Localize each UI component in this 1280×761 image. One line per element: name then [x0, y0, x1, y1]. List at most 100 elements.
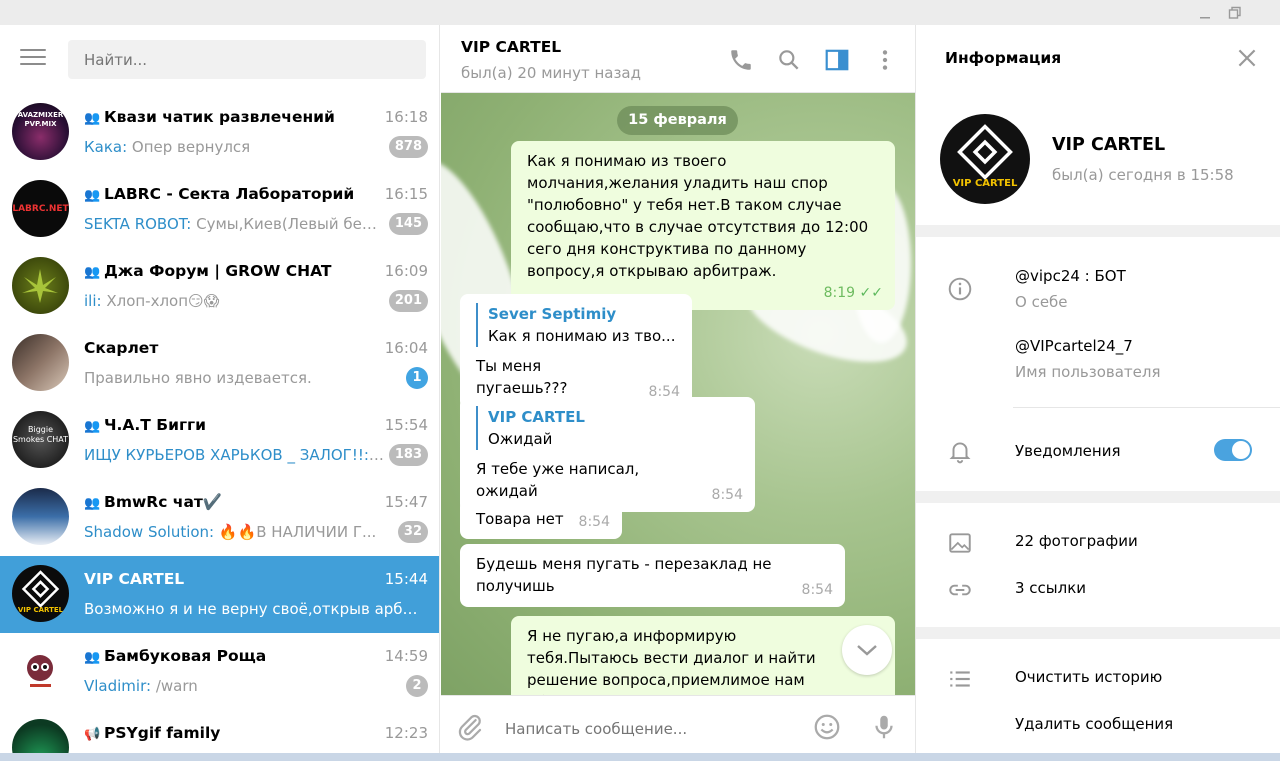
date-separator: 15 февраля — [617, 106, 738, 135]
chevron-down-icon — [857, 645, 877, 656]
group-icon: 👥 — [84, 188, 101, 203]
avatar-text: VIP CARTEL — [17, 606, 64, 614]
message-time: 8:54 — [578, 514, 610, 530]
chat-time: 16:18 — [384, 108, 428, 126]
avatar: Biggie Smokes CHAT — [12, 411, 69, 468]
reply-quote[interactable]: VIP CARTEL Ожидай — [476, 406, 739, 450]
row-divider — [1013, 407, 1280, 408]
section-divider — [916, 225, 1280, 237]
emoji-icon[interactable] — [812, 712, 842, 742]
info-icon — [947, 276, 973, 302]
close-icon[interactable] — [1234, 45, 1260, 71]
message-area[interactable]: 15 февраля Как я понимаю из твоего молча… — [441, 93, 915, 695]
message-incoming[interactable]: VIP CARTEL Ожидай Я тебе уже написал, ож… — [460, 397, 755, 512]
chat-list-panel: AVAZMIXER PVP.MIX 👥Квази чатик развлечен… — [0, 25, 440, 761]
unread-badge: 32 — [397, 521, 428, 543]
hamburger-menu-icon[interactable] — [20, 49, 46, 69]
message-outgoing[interactable]: Я не пугаю,а информирую тебя.Пытаюсь вес… — [511, 616, 895, 695]
link-icon — [947, 577, 973, 603]
chat-time: 15:47 — [384, 493, 428, 511]
chat-item-dzha-forum[interactable]: 👥 Джа Форум | GROW CHAT 16:09 ili: Хлоп-х… — [0, 248, 439, 325]
preview-text: Сумы,Киев(Левый бер... — [191, 215, 384, 233]
chat-name: Скарлет — [84, 339, 158, 357]
unread-badge: 1 — [406, 367, 428, 389]
message-text: Будешь меня пугать - перезаклад не получ… — [476, 555, 772, 595]
chat-item-chat-biggi[interactable]: Biggie Smokes CHAT 👥 Ч.А.Т Бигги 15:54 ИЩ… — [0, 402, 439, 479]
section-divider — [916, 627, 1280, 639]
chat-title: LABRC - Секта Лабораторий — [104, 185, 355, 203]
reply-text: Как я понимаю из тво... — [488, 327, 676, 345]
chat-time: 16:09 — [384, 262, 428, 280]
notifications-toggle[interactable] — [1214, 439, 1252, 461]
chat-item-bambukovaya-roshcha[interactable]: 👥 Бамбуковая Роща 14:59 Vladimir: /warn 2 — [0, 633, 439, 710]
leaf-icon — [22, 269, 58, 303]
message-incoming[interactable]: Sever Septimiy Как я понимаю из тво... Т… — [460, 294, 692, 409]
username-value[interactable]: @VIPcartel24_7 — [1015, 337, 1133, 355]
scroll-down-button[interactable] — [842, 625, 892, 675]
chat-time: 12:23 — [384, 724, 428, 742]
message-incoming[interactable]: Товара нет 8:54 — [460, 499, 622, 539]
restore-icon[interactable] — [1220, 0, 1250, 25]
chat-preview: Возможно я и не верну своё,открыв арбит.… — [84, 600, 424, 618]
bell-icon — [947, 438, 973, 464]
chat-item-kvazi[interactable]: AVAZMIXER PVP.MIX 👥 Квази чатик развлечен… — [0, 94, 439, 171]
message-text: Я не пугаю,а информирую тебя.Пытаюсь вес… — [527, 627, 816, 695]
reply-author: Sever Septimiy — [488, 305, 617, 323]
chat-list: AVAZMIXER PVP.MIX 👥 Квази чатик развлечен… — [0, 94, 439, 761]
conversation-header: VIP CARTEL был(а) 20 минут назад — [441, 25, 915, 93]
about-value[interactable]: @vipc24 : БОТ — [1015, 267, 1126, 285]
links-link[interactable]: 3 ссылки — [1015, 579, 1086, 597]
avatar: VIP CARTEL — [12, 565, 69, 622]
chat-title: Бамбуковая Роща — [104, 647, 267, 665]
group-icon: 👥 — [84, 650, 101, 665]
avatar — [12, 642, 69, 699]
avatar-text: LABRC.NET — [12, 204, 69, 214]
preview-text: Хлоп-хлоп😏😱 — [101, 292, 220, 310]
message-incoming[interactable]: Будешь меня пугать - перезаклад не получ… — [460, 544, 845, 607]
avatar — [12, 488, 69, 545]
minimize-icon[interactable] — [1190, 0, 1220, 25]
chat-time: 15:44 — [384, 570, 428, 588]
more-vertical-icon[interactable] — [872, 47, 898, 73]
group-icon: 👥 — [84, 496, 101, 511]
sidebar-toggle-icon[interactable] — [824, 47, 850, 73]
photo-icon — [947, 530, 973, 556]
chat-preview: Правильно явно издевается. — [84, 369, 384, 387]
delete-messages-button[interactable]: Удалить сообщения — [1015, 715, 1173, 733]
attach-icon[interactable] — [455, 712, 485, 742]
chat-item-skarlet[interactable]: Скарлет 16:04 Правильно явно издевается.… — [0, 325, 439, 402]
avatar-text: Biggie Smokes CHAT — [12, 425, 69, 444]
message-outgoing[interactable]: Как я понимаю из твоего молчания,желания… — [511, 141, 895, 310]
chat-time: 14:59 — [384, 647, 428, 665]
chat-preview: ili: Хлоп-хлоп😏😱 — [84, 292, 384, 310]
reply-quote[interactable]: Sever Septimiy Как я понимаю из тво... — [476, 303, 676, 347]
search-input[interactable] — [68, 40, 426, 79]
phone-icon[interactable] — [728, 47, 754, 73]
unread-badge: 183 — [388, 444, 428, 466]
microphone-icon[interactable] — [869, 712, 899, 742]
conversation-title[interactable]: VIP CARTEL — [461, 38, 561, 56]
chat-item-bmwrc[interactable]: 👥 BmwRc чат✔️ 15:47 Shadow Solution: 🔥🔥В … — [0, 479, 439, 556]
message-time: 8:54 — [711, 487, 743, 503]
profile-avatar[interactable]: VIP CARTEL — [940, 114, 1030, 204]
avatar — [12, 334, 69, 391]
chat-preview: ИЩУ КУРЬЕРОВ ХАРЬКОВ _ ЗАЛОГ!!: ... — [84, 446, 384, 464]
message-input[interactable] — [505, 714, 785, 744]
preview-sender: Vladimir: — [84, 677, 152, 695]
unread-badge: 201 — [388, 290, 428, 312]
os-taskbar — [0, 753, 1280, 761]
avatar-text: AVAZMIXER PVP.MIX — [17, 111, 64, 128]
photos-link[interactable]: 22 фотографии — [1015, 532, 1138, 550]
profile-status: был(а) сегодня в 15:58 — [1052, 166, 1234, 184]
avatar — [12, 257, 69, 314]
clear-history-button[interactable]: Очистить историю — [1015, 668, 1162, 686]
preview-text: 🔥🔥В НАЛИЧИИ Г... — [214, 523, 377, 541]
chat-title: Скарлет — [84, 339, 159, 357]
conversation-panel: VIP CARTEL был(а) 20 минут назад 15 февр… — [441, 25, 915, 761]
chat-item-vip-cartel[interactable]: VIP CARTEL VIP CARTEL 15:44 Возможно я и… — [0, 556, 439, 633]
chat-item-labrc[interactable]: LABRC.NET 👥 LABRC - Секта Лабораторий 16:… — [0, 171, 439, 248]
group-icon: 👥 — [84, 265, 101, 280]
chat-time: 16:15 — [384, 185, 428, 203]
search-icon[interactable] — [776, 47, 802, 73]
preview-sender: ИЩУ КУРЬЕРОВ ХАРЬКОВ _ ЗАЛОГ!!: ... — [84, 446, 384, 464]
